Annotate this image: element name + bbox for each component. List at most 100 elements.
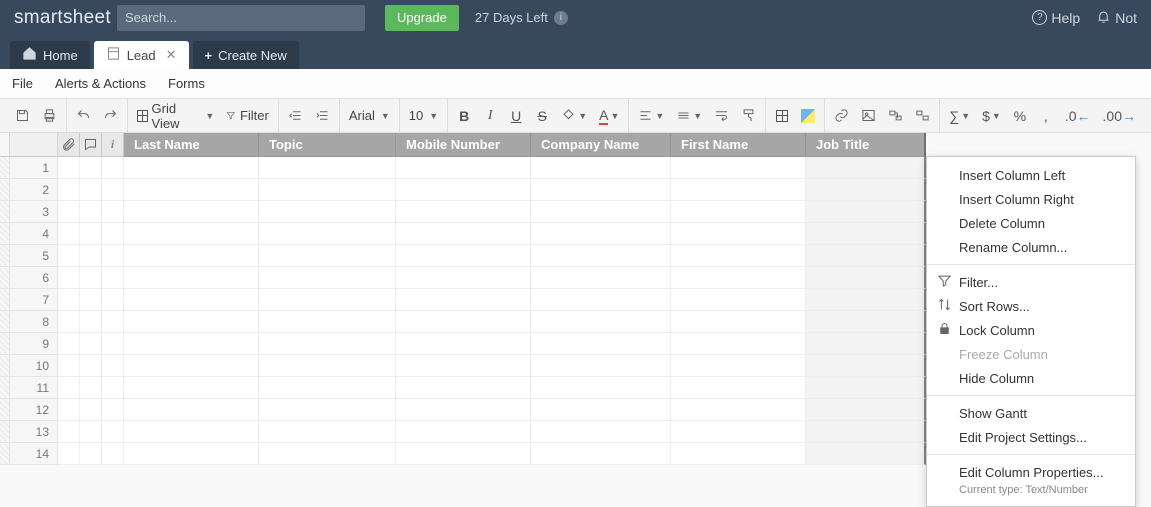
cell[interactable] xyxy=(396,289,531,311)
ctx-insert-left[interactable]: Insert Column Left xyxy=(927,163,1135,187)
ctx-insert-right[interactable]: Insert Column Right xyxy=(927,187,1135,211)
cell[interactable] xyxy=(396,267,531,289)
row-number[interactable]: 4 xyxy=(10,223,58,245)
row-number[interactable]: 10 xyxy=(10,355,58,377)
attachment-cell[interactable] xyxy=(58,399,80,421)
cell[interactable] xyxy=(531,267,671,289)
increase-decimal-button[interactable]: .00→ xyxy=(1100,104,1139,128)
cell[interactable] xyxy=(124,399,259,421)
thousands-button[interactable]: , xyxy=(1036,104,1056,128)
row-handle[interactable] xyxy=(0,201,10,223)
cell[interactable] xyxy=(806,377,926,399)
cell[interactable] xyxy=(259,267,396,289)
attachment-col-header[interactable] xyxy=(58,133,80,157)
info-col-header[interactable]: i xyxy=(102,133,124,157)
row-handle[interactable] xyxy=(0,289,10,311)
attachment-cell[interactable] xyxy=(58,377,80,399)
highlight-changes-button[interactable] xyxy=(798,104,818,128)
cell[interactable] xyxy=(806,179,926,201)
cell[interactable] xyxy=(259,443,396,465)
cell[interactable] xyxy=(124,223,259,245)
cell[interactable] xyxy=(531,179,671,201)
filter-button[interactable]: Filter xyxy=(223,104,272,128)
row-number[interactable]: 5 xyxy=(10,245,58,267)
cell[interactable] xyxy=(531,333,671,355)
ctx-gantt[interactable]: Show Gantt xyxy=(927,401,1135,425)
cell[interactable] xyxy=(671,223,806,245)
row-handle[interactable] xyxy=(0,377,10,399)
comment-cell[interactable] xyxy=(80,421,102,443)
cell[interactable] xyxy=(124,311,259,333)
info-cell[interactable] xyxy=(102,333,124,355)
cell[interactable] xyxy=(124,245,259,267)
column-header[interactable]: First Name xyxy=(671,133,806,157)
attachment-cell[interactable] xyxy=(58,333,80,355)
row-handle[interactable] xyxy=(0,179,10,201)
row-handle[interactable] xyxy=(0,157,10,179)
comment-cell[interactable] xyxy=(80,377,102,399)
menu-alerts[interactable]: Alerts & Actions xyxy=(55,76,146,91)
attachment-cell[interactable] xyxy=(58,289,80,311)
cell[interactable] xyxy=(531,223,671,245)
row-number[interactable]: 9 xyxy=(10,333,58,355)
cell[interactable] xyxy=(259,355,396,377)
cell[interactable] xyxy=(259,201,396,223)
cell-link-button[interactable] xyxy=(885,104,906,128)
row-number[interactable]: 2 xyxy=(10,179,58,201)
row-handle[interactable] xyxy=(0,311,10,333)
cell[interactable] xyxy=(259,157,396,179)
attachment-cell[interactable] xyxy=(58,223,80,245)
search-input[interactable] xyxy=(125,10,342,25)
cell[interactable] xyxy=(124,333,259,355)
cell[interactable] xyxy=(531,245,671,267)
comment-col-header[interactable] xyxy=(80,133,102,157)
comment-cell[interactable] xyxy=(80,223,102,245)
cell[interactable] xyxy=(124,443,259,465)
cell[interactable] xyxy=(671,267,806,289)
row-handle[interactable] xyxy=(0,223,10,245)
cell[interactable] xyxy=(259,333,396,355)
info-cell[interactable] xyxy=(102,355,124,377)
comment-cell[interactable] xyxy=(80,157,102,179)
cell[interactable] xyxy=(671,421,806,443)
cell[interactable] xyxy=(806,245,926,267)
cell[interactable] xyxy=(671,289,806,311)
row-number[interactable]: 12 xyxy=(10,399,58,421)
cell[interactable] xyxy=(396,223,531,245)
cell[interactable] xyxy=(806,443,926,465)
cell[interactable] xyxy=(671,179,806,201)
print-icon[interactable] xyxy=(39,104,60,128)
cell[interactable] xyxy=(806,157,926,179)
outdent-icon[interactable] xyxy=(285,104,306,128)
cell[interactable] xyxy=(806,355,926,377)
cell[interactable] xyxy=(124,157,259,179)
row-number[interactable]: 13 xyxy=(10,421,58,443)
align-v-button[interactable]: ▼ xyxy=(673,104,705,128)
attachment-cell[interactable] xyxy=(58,201,80,223)
cell[interactable] xyxy=(259,223,396,245)
row-number[interactable]: 7 xyxy=(10,289,58,311)
menu-file[interactable]: File xyxy=(12,76,33,91)
save-icon[interactable] xyxy=(12,104,33,128)
cell[interactable] xyxy=(671,157,806,179)
font-size-select[interactable]: 10▼ xyxy=(406,104,441,128)
info-cell[interactable] xyxy=(102,311,124,333)
comment-cell[interactable] xyxy=(80,267,102,289)
info-cell[interactable] xyxy=(102,267,124,289)
cell[interactable] xyxy=(396,399,531,421)
search-icon[interactable] xyxy=(342,9,357,27)
upgrade-button[interactable]: Upgrade xyxy=(385,5,459,31)
cell[interactable] xyxy=(396,245,531,267)
cell[interactable] xyxy=(531,201,671,223)
underline-button[interactable]: U xyxy=(506,104,526,128)
row-number[interactable]: 11 xyxy=(10,377,58,399)
lock-button[interactable] xyxy=(912,104,933,128)
align-h-button[interactable]: ▼ xyxy=(635,104,667,128)
info-cell[interactable] xyxy=(102,421,124,443)
ctx-filter[interactable]: Filter... xyxy=(927,270,1135,294)
cell[interactable] xyxy=(671,201,806,223)
cell[interactable] xyxy=(671,377,806,399)
row-handle[interactable] xyxy=(0,333,10,355)
ctx-column-properties[interactable]: Edit Column Properties... xyxy=(927,460,1135,484)
comment-cell[interactable] xyxy=(80,355,102,377)
